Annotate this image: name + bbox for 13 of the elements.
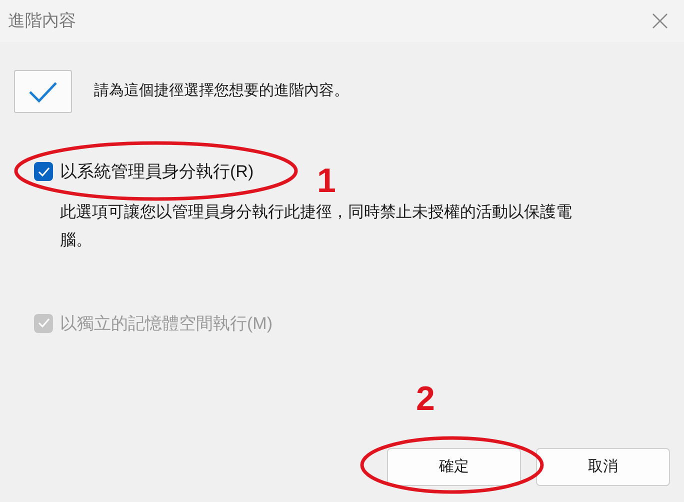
checkmark-tile-icon (14, 70, 72, 113)
checkbox-label: 以獨立的記憶體空間執行(M) (60, 312, 272, 334)
annotation-number: 1 (317, 164, 336, 198)
intro-text: 請為這個捷徑選擇您想要的進階內容。 (94, 81, 349, 102)
close-button[interactable] (650, 11, 670, 31)
checkmark-icon (38, 166, 50, 177)
checkmark-icon (38, 318, 50, 328)
checkbox[interactable] (34, 162, 53, 182)
dialog-button[interactable]: 確定 (387, 448, 521, 486)
window-title: 進階內容 (8, 10, 76, 32)
option-description: 此選項可讓您以管理員身分執行此捷徑，同時禁止未授權的活動以保護電腦。 (60, 202, 573, 250)
annotation-number: 2 (416, 382, 435, 416)
dialog-button[interactable]: 取消 (536, 448, 670, 486)
